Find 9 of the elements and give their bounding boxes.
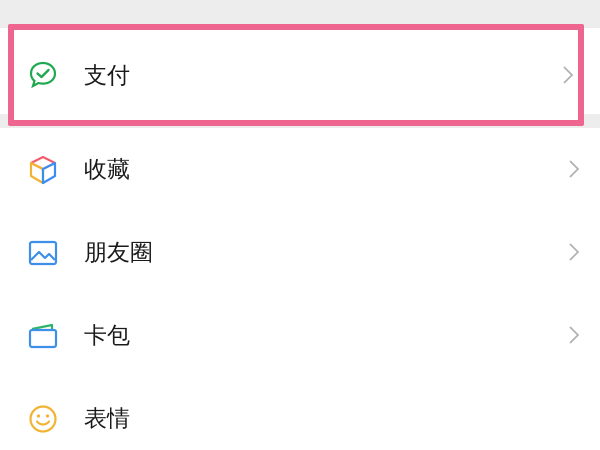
check-bubble-icon	[28, 61, 58, 89]
card-icon	[28, 322, 58, 348]
chevron-right-icon	[568, 159, 580, 179]
chevron-right-icon	[568, 242, 580, 262]
chevron-right-icon	[568, 325, 580, 345]
chevron-right-icon	[562, 65, 574, 85]
smiley-icon	[28, 404, 58, 434]
image-icon	[28, 240, 58, 266]
cube-icon	[29, 154, 57, 184]
